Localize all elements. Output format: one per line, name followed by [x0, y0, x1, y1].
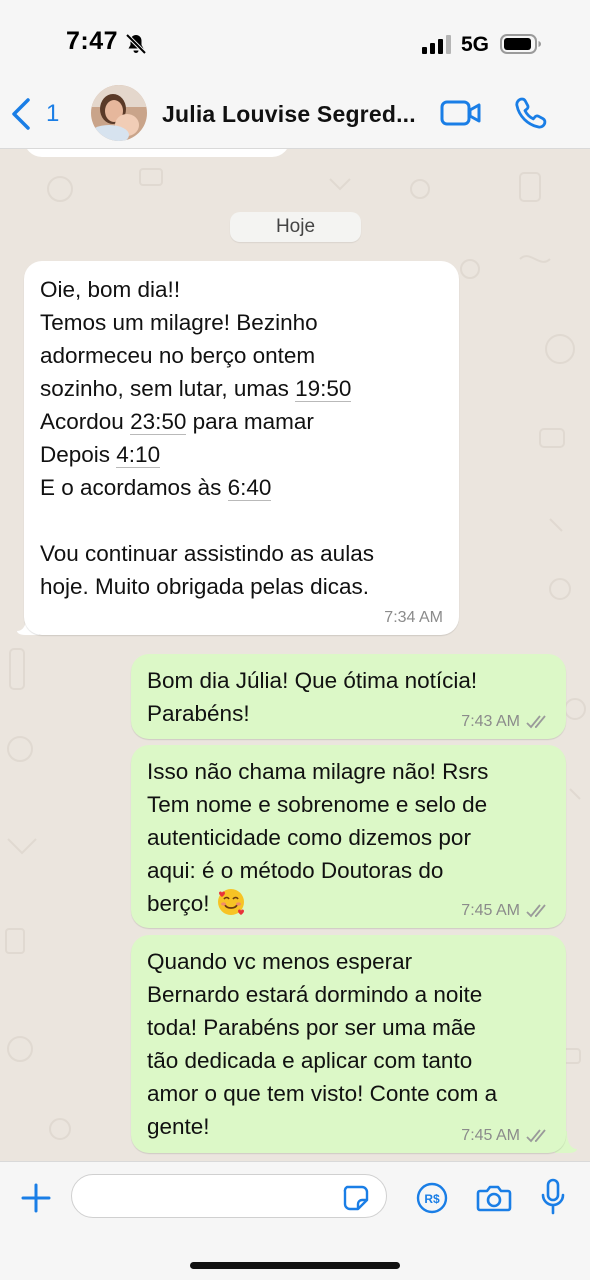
- message-meta: 7:45 AM: [461, 902, 550, 920]
- microphone-icon[interactable]: [540, 1178, 566, 1216]
- message-bubble-outgoing[interactable]: Quando vc menos esperar Bernardo estará …: [131, 935, 566, 1153]
- time-link[interactable]: 4:10: [116, 442, 161, 468]
- smiling-face-with-hearts-icon: [217, 889, 244, 915]
- message-text: Oie, bom dia!! Temos um milagre! Bezinho…: [40, 277, 374, 599]
- input-bar: R$: [0, 1161, 590, 1280]
- read-ticks-icon: [526, 1129, 546, 1143]
- read-ticks-icon: [526, 715, 546, 729]
- payment-icon[interactable]: R$: [416, 1182, 448, 1214]
- message-bubble-incoming[interactable]: Oie, bom dia!! Temos um milagre! Bezinho…: [24, 261, 459, 635]
- signal-icon: [422, 35, 451, 54]
- unread-count: 1: [46, 100, 60, 127]
- contact-name[interactable]: Julia Louvise Segred...: [162, 101, 416, 128]
- message-bubble-outgoing[interactable]: Bom dia Júlia! Que ótima notícia! Parabé…: [131, 654, 566, 739]
- video-call-icon[interactable]: [440, 98, 482, 128]
- read-ticks-icon: [526, 904, 546, 918]
- network-label: 5G: [461, 33, 490, 56]
- chat-screen: 7:47 5G 1 Julia Louvise Segred... Hoje O…: [0, 0, 590, 1280]
- chat-area[interactable]: Hoje Oie, bom dia!! Temos um milagre! Be…: [0, 149, 590, 1161]
- status-time: 7:47: [66, 27, 119, 55]
- time-link[interactable]: 23:50: [130, 409, 187, 435]
- phone-call-icon[interactable]: [514, 96, 550, 130]
- message-time: 7:34 AM: [384, 609, 443, 626]
- message-bubble-outgoing[interactable]: Isso não chama milagre não! Rsrs Tem nom…: [131, 745, 566, 928]
- message-meta: 7:34 AM: [384, 609, 443, 627]
- svg-text:R$: R$: [424, 1192, 440, 1206]
- sticker-icon[interactable]: [342, 1184, 370, 1212]
- message-text: Quando vc menos esperar Bernardo estará …: [147, 949, 498, 1139]
- plus-icon[interactable]: [20, 1182, 52, 1214]
- status-bar: 7:47 5G: [0, 0, 590, 82]
- avatar-photo-icon: [91, 85, 147, 141]
- chat-header: 1 Julia Louvise Segred...: [0, 82, 590, 149]
- battery-icon: [500, 34, 541, 54]
- message-input[interactable]: [71, 1174, 387, 1218]
- bell-muted-icon: [125, 33, 147, 55]
- message-text: Isso não chama milagre não! Rsrs Tem nom…: [147, 759, 489, 916]
- message-meta: 7:45 AM: [461, 1127, 550, 1145]
- date-separator: Hoje: [230, 212, 361, 242]
- back-button[interactable]: 1: [10, 92, 70, 136]
- home-indicator: [190, 1262, 400, 1269]
- chevron-left-icon: [12, 98, 30, 130]
- previous-message-bubble: [24, 149, 290, 157]
- message-time: 7:43 AM: [461, 713, 520, 730]
- time-link[interactable]: 19:50: [295, 376, 352, 402]
- avatar[interactable]: [91, 85, 147, 141]
- message-time: 7:45 AM: [461, 1127, 520, 1144]
- message-meta: 7:43 AM: [461, 713, 550, 731]
- time-link[interactable]: 6:40: [227, 475, 272, 501]
- camera-icon[interactable]: [476, 1182, 512, 1214]
- message-time: 7:45 AM: [461, 902, 520, 919]
